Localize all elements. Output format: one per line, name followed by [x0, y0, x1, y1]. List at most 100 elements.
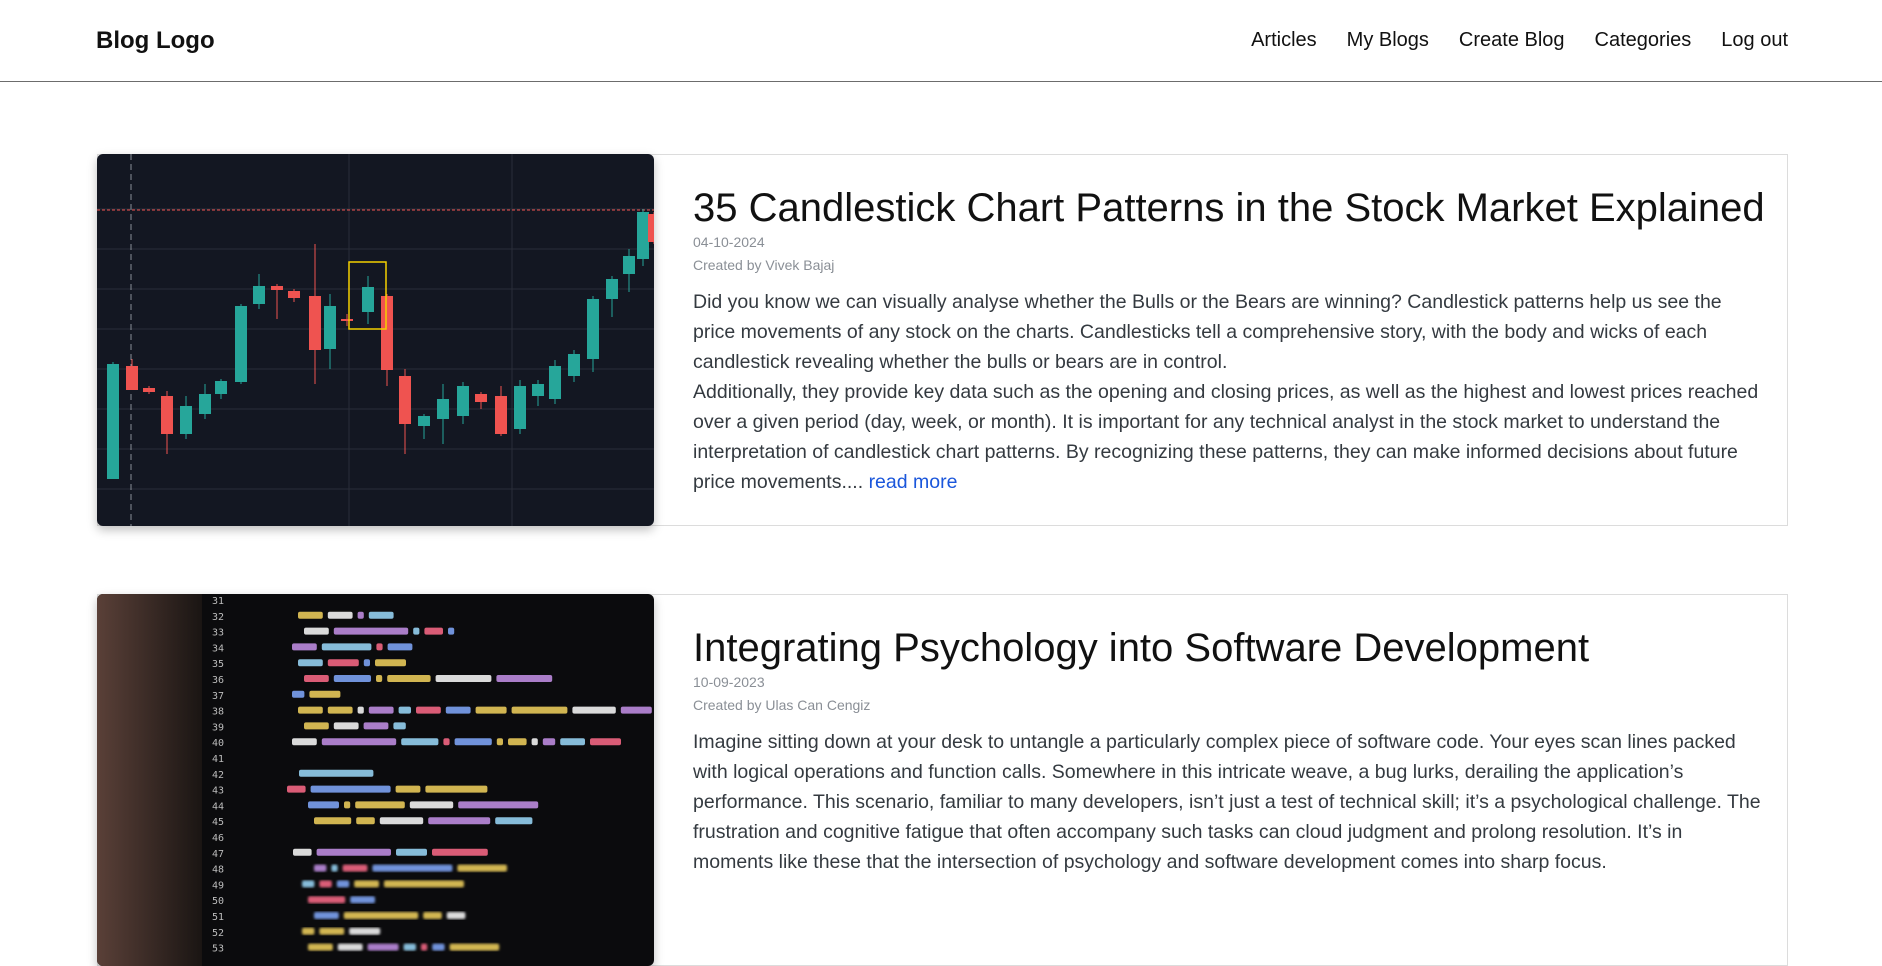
- blog-logo[interactable]: Blog Logo: [96, 27, 215, 55]
- monitor-bezel: [97, 594, 202, 966]
- code-line: [298, 611, 394, 619]
- candlestick: [637, 209, 649, 266]
- code-line: [308, 896, 375, 904]
- code-token: [292, 738, 317, 746]
- candle-body: [215, 381, 227, 394]
- candle-body: [457, 386, 469, 416]
- code-token: [327, 611, 353, 619]
- nav-categories[interactable]: Categories: [1595, 29, 1692, 52]
- code-token: [376, 675, 383, 682]
- code-token: [432, 848, 488, 856]
- post-thumbnail-candlestick-chart[interactable]: [97, 154, 654, 526]
- code-token: [416, 706, 441, 714]
- post-list: 35 Candlestick Chart Patterns in the Sto…: [0, 82, 1882, 966]
- code-token: [368, 706, 394, 714]
- line-number: 50: [212, 896, 224, 907]
- code-token: [298, 611, 323, 619]
- code-token: [475, 706, 507, 714]
- code-token: [349, 927, 381, 935]
- candle-body: [549, 366, 561, 399]
- code-token: [403, 943, 416, 951]
- nav-my-blogs[interactable]: My Blogs: [1347, 29, 1429, 52]
- code-line: [299, 769, 374, 777]
- candle-body: [341, 319, 353, 321]
- post-date: 04-10-2024: [693, 234, 765, 250]
- code-token: [357, 706, 364, 714]
- line-number: 48: [212, 865, 224, 876]
- navbar: Blog Logo Articles My Blogs Create Blog …: [0, 0, 1882, 82]
- code-token: [379, 817, 424, 825]
- code-line: [292, 738, 621, 746]
- code-token: [435, 675, 492, 682]
- code-token: [384, 880, 464, 888]
- post-author: Created by Ulas Can Cengiz: [693, 697, 871, 713]
- line-number: 53: [212, 944, 224, 955]
- code-token: [314, 817, 352, 825]
- post-title[interactable]: Integrating Psychology into Software Dev…: [693, 625, 1767, 671]
- code-token: [432, 943, 445, 951]
- code-token: [363, 659, 370, 667]
- candle-body: [568, 354, 580, 376]
- candle-body: [161, 396, 173, 434]
- line-number: 34: [212, 643, 224, 654]
- code-token: [331, 864, 338, 872]
- code-token: [327, 659, 359, 667]
- candlestick: [549, 360, 561, 404]
- code-token: [298, 706, 323, 714]
- code-token: [423, 912, 442, 919]
- line-number: 41: [212, 754, 224, 765]
- code-token: [572, 706, 616, 714]
- code-token: [319, 927, 345, 935]
- code-token: [387, 675, 431, 682]
- code-token: [321, 643, 372, 651]
- code-token: [314, 912, 339, 919]
- nav-log-out[interactable]: Log out: [1721, 29, 1788, 52]
- code-token: [310, 785, 391, 793]
- main-nav: Articles My Blogs Create Blog Categories…: [1251, 29, 1788, 52]
- code-token: [511, 706, 568, 714]
- post-thumbnail-code[interactable]: 31 32 33 34 35 36 37 38 39 40 41 42 43 44 45 46 47 48 49 50…: [97, 594, 654, 966]
- line-number: 31: [212, 596, 224, 607]
- candle-body: [532, 384, 544, 396]
- candle-body: [362, 287, 374, 312]
- candle-body: [606, 279, 618, 299]
- nav-articles[interactable]: Articles: [1251, 29, 1317, 52]
- candle-body: [399, 376, 411, 424]
- code-line: [287, 785, 488, 793]
- code-token: [401, 738, 439, 746]
- code-token: [421, 943, 428, 951]
- code-line: [292, 643, 413, 651]
- code-token: [395, 785, 421, 793]
- code-token: [398, 706, 411, 714]
- code-token: [287, 785, 306, 793]
- code-token: [354, 880, 379, 888]
- excerpt-paragraph: Additionally, they provide key data such…: [693, 377, 1767, 497]
- post-title[interactable]: 35 Candlestick Chart Patterns in the Sto…: [693, 185, 1767, 231]
- code-token: [336, 880, 350, 888]
- line-number: 45: [212, 817, 224, 828]
- nav-create-blog[interactable]: Create Blog: [1459, 29, 1565, 52]
- code-token: [413, 627, 420, 635]
- code-token: [302, 880, 315, 888]
- code-token: [356, 817, 375, 825]
- post-excerpt: Imagine sitting down at your desk to unt…: [693, 727, 1767, 877]
- chart-background: [97, 154, 654, 526]
- candlestick: [235, 304, 247, 384]
- code-token: [304, 675, 329, 682]
- code-token: [343, 912, 419, 919]
- code-token: [457, 864, 507, 872]
- code-token: [357, 611, 364, 619]
- code-token: [443, 738, 450, 746]
- read-more-link[interactable]: read more: [869, 471, 958, 493]
- line-number: 36: [212, 675, 224, 686]
- candle-body: [107, 364, 119, 479]
- post-card: 35 Candlestick Chart Patterns in the Sto…: [97, 154, 1788, 526]
- candle-body: [475, 394, 487, 402]
- code-token: [376, 643, 383, 651]
- code-token: [298, 659, 323, 667]
- candle-body: [143, 388, 155, 392]
- code-token: [375, 659, 406, 667]
- code-token: [292, 690, 305, 698]
- line-number: 42: [212, 770, 224, 781]
- post-date: 10-09-2023: [693, 674, 765, 690]
